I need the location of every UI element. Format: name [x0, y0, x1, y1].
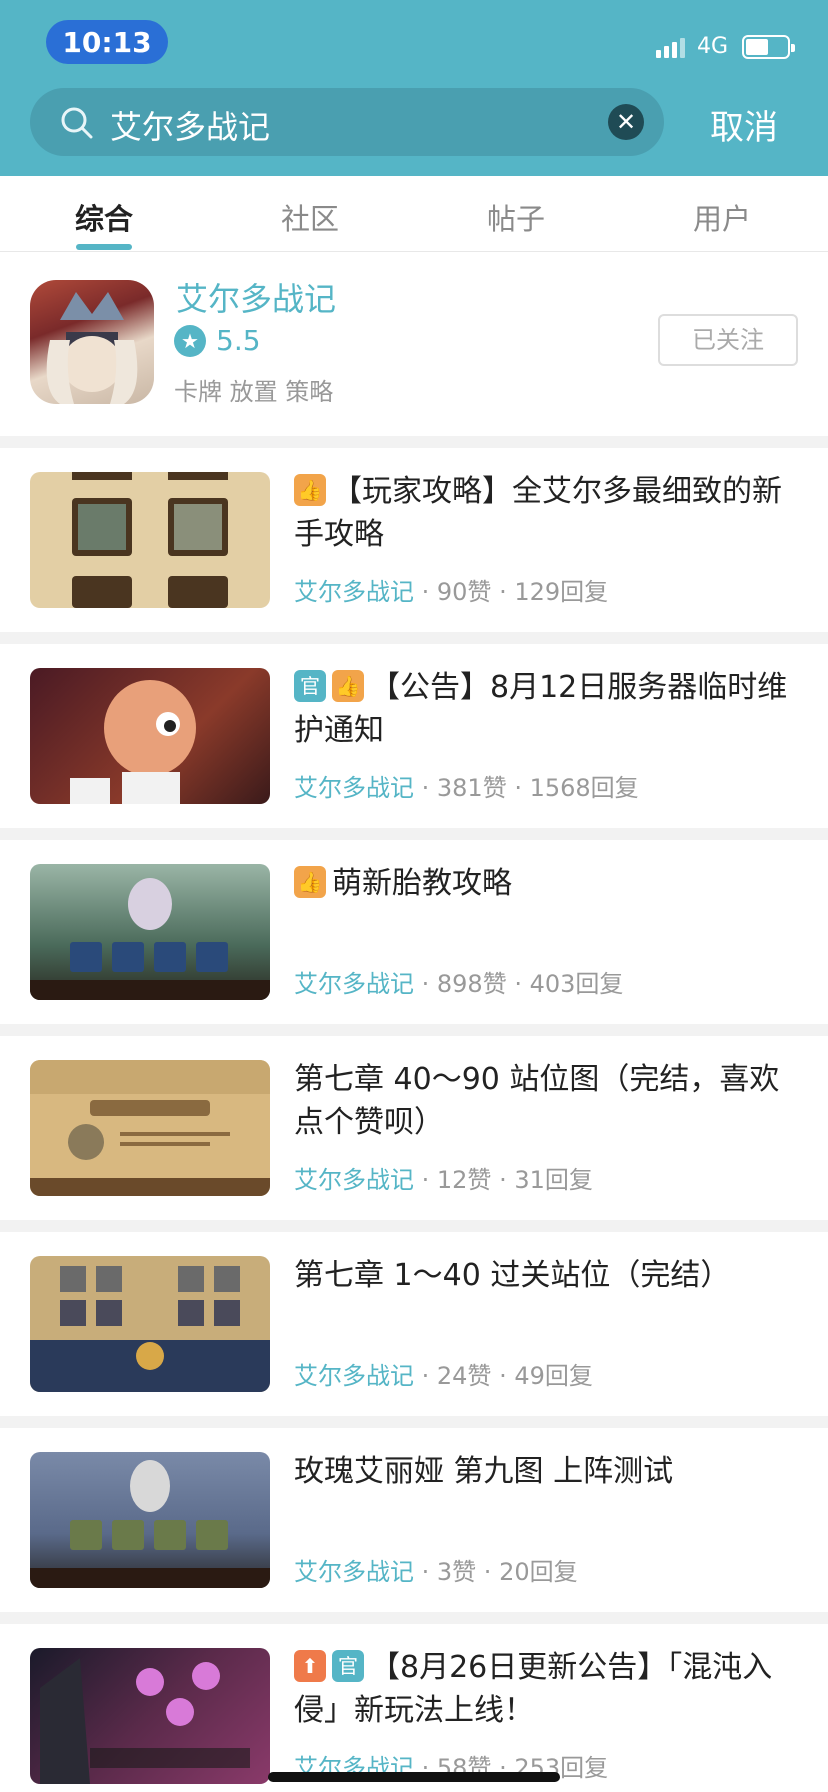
- post-title-text: 萌新胎教攻略: [332, 866, 512, 901]
- star-icon: ★: [174, 324, 206, 357]
- post-meta: 艾尔多战记 · 898赞 · 403回复: [294, 970, 624, 998]
- post-thumbnail: [30, 1256, 270, 1392]
- post-replies: 403回复: [529, 970, 624, 998]
- post-thumbnail: [30, 864, 270, 1000]
- search-input[interactable]: 艾尔多战记: [110, 102, 270, 148]
- follow-button[interactable]: 已关注: [658, 314, 798, 366]
- post-source[interactable]: 艾尔多战记: [294, 1362, 414, 1390]
- active-tab-indicator: [76, 244, 132, 250]
- tab-users[interactable]: 用户: [662, 196, 782, 238]
- post-likes: 381赞: [436, 774, 507, 802]
- post-title[interactable]: 第七章 40～90 站位图（完结，喜欢点个赞呗）: [294, 1058, 802, 1144]
- post-source[interactable]: 艾尔多战记: [294, 970, 414, 998]
- post-thumbnail: [30, 472, 270, 608]
- pinned-up-icon: ⬆: [294, 1650, 326, 1682]
- post-replies: 20回复: [499, 1558, 578, 1586]
- search-icon: [61, 107, 93, 139]
- app-name[interactable]: 艾尔多战记: [176, 274, 336, 320]
- network-label: 4G: [696, 34, 728, 59]
- post-replies: 49回复: [514, 1362, 593, 1390]
- tab-bar: 综合 社区 帖子 用户: [0, 176, 828, 252]
- post-thumbnail: [30, 1452, 270, 1588]
- official-icon: 官: [294, 670, 326, 702]
- post-source[interactable]: 艾尔多战记: [294, 1166, 414, 1194]
- post-replies: 129回复: [514, 578, 609, 606]
- search-bar[interactable]: 艾尔多战记 ✕: [30, 88, 664, 156]
- post-replies: 1568回复: [529, 774, 639, 802]
- post-title[interactable]: 👍 萌新胎教攻略: [294, 862, 802, 905]
- app-tags: 卡牌 放置 策略: [174, 378, 334, 406]
- tab-all[interactable]: 综合: [44, 196, 164, 238]
- good-post-icon: 👍: [332, 670, 364, 702]
- app-icon: [30, 280, 154, 404]
- post-item[interactable]: 👍 【玩家攻略】全艾尔多最细致的新手攻略 艾尔多战记 · 90赞 · 129回复: [0, 448, 828, 632]
- post-title[interactable]: 👍 【玩家攻略】全艾尔多最细致的新手攻略: [294, 470, 802, 556]
- cancel-button[interactable]: 取消: [710, 100, 778, 149]
- post-replies: 31回复: [514, 1166, 593, 1194]
- post-likes: 898赞: [436, 970, 507, 998]
- post-title-text: 【8月26日更新公告】「混沌入侵」新玩法上线！: [294, 1650, 773, 1728]
- tab-posts[interactable]: 帖子: [456, 196, 576, 238]
- post-thumbnail: [30, 1060, 270, 1196]
- post-likes: 12赞: [436, 1166, 492, 1194]
- tab-community[interactable]: 社区: [250, 196, 370, 238]
- post-title[interactable]: 官 👍 【公告】8月12日服务器临时维护通知: [294, 666, 802, 752]
- post-item[interactable]: 👍 萌新胎教攻略 艾尔多战记 · 898赞 · 403回复: [0, 840, 828, 1024]
- post-item[interactable]: ⬆ 官【8月26日更新公告】「混沌入侵」新玩法上线！ 艾尔多战记 · 58赞 · …: [0, 1624, 828, 1792]
- post-title-text: 【公告】8月12日服务器临时维护通知: [294, 670, 788, 748]
- post-meta: 艾尔多战记 · 12赞 · 31回复: [294, 1166, 593, 1194]
- official-icon: 官: [332, 1650, 364, 1682]
- post-likes: 24赞: [436, 1362, 492, 1390]
- post-thumbnail: [30, 668, 270, 804]
- app-rating: ★ 5.5: [174, 324, 261, 357]
- post-meta: 艾尔多战记 · 90赞 · 129回复: [294, 578, 609, 606]
- post-meta: 艾尔多战记 · 3赞 · 20回复: [294, 1558, 578, 1586]
- post-title-text: 【玩家攻略】全艾尔多最细致的新手攻略: [294, 474, 782, 552]
- post-likes: 90赞: [436, 578, 492, 606]
- home-indicator[interactable]: [268, 1772, 560, 1782]
- app-result-card[interactable]: 艾尔多战记 ★ 5.5 卡牌 放置 策略 已关注: [0, 252, 828, 436]
- post-item[interactable]: 玫瑰艾丽娅 第九图 上阵测试 艾尔多战记 · 3赞 · 20回复: [0, 1428, 828, 1612]
- rating-value: 5.5: [216, 324, 261, 357]
- post-title[interactable]: 玫瑰艾丽娅 第九图 上阵测试: [294, 1450, 802, 1493]
- good-post-icon: 👍: [294, 474, 326, 506]
- post-thumbnail: [30, 1648, 270, 1784]
- clear-icon[interactable]: ✕: [608, 104, 644, 140]
- post-item[interactable]: 第七章 40～90 站位图（完结，喜欢点个赞呗） 艾尔多战记 · 12赞 · 3…: [0, 1036, 828, 1220]
- signal-icon: [655, 36, 685, 58]
- status-time: 10:13: [46, 20, 168, 64]
- status-indicators: 4G: [655, 34, 795, 59]
- battery-icon: [742, 34, 795, 59]
- post-title[interactable]: 第七章 1～40 过关站位（完结）: [294, 1254, 802, 1297]
- post-title[interactable]: ⬆ 官【8月26日更新公告】「混沌入侵」新玩法上线！: [294, 1646, 802, 1732]
- post-source[interactable]: 艾尔多战记: [294, 774, 414, 802]
- good-post-icon: 👍: [294, 866, 326, 898]
- post-source[interactable]: 艾尔多战记: [294, 578, 414, 606]
- post-item[interactable]: 第七章 1～40 过关站位（完结） 艾尔多战记 · 24赞 · 49回复: [0, 1232, 828, 1416]
- post-meta: 艾尔多战记 · 381赞 · 1568回复: [294, 774, 639, 802]
- post-meta: 艾尔多战记 · 24赞 · 49回复: [294, 1362, 593, 1390]
- post-item[interactable]: 官 👍 【公告】8月12日服务器临时维护通知 艾尔多战记 · 381赞 · 1568…: [0, 644, 828, 828]
- post-source[interactable]: 艾尔多战记: [294, 1558, 414, 1586]
- top-header: 10:13 4G 艾尔多战记 ✕ 取消: [0, 0, 828, 176]
- post-likes: 3赞: [436, 1558, 477, 1586]
